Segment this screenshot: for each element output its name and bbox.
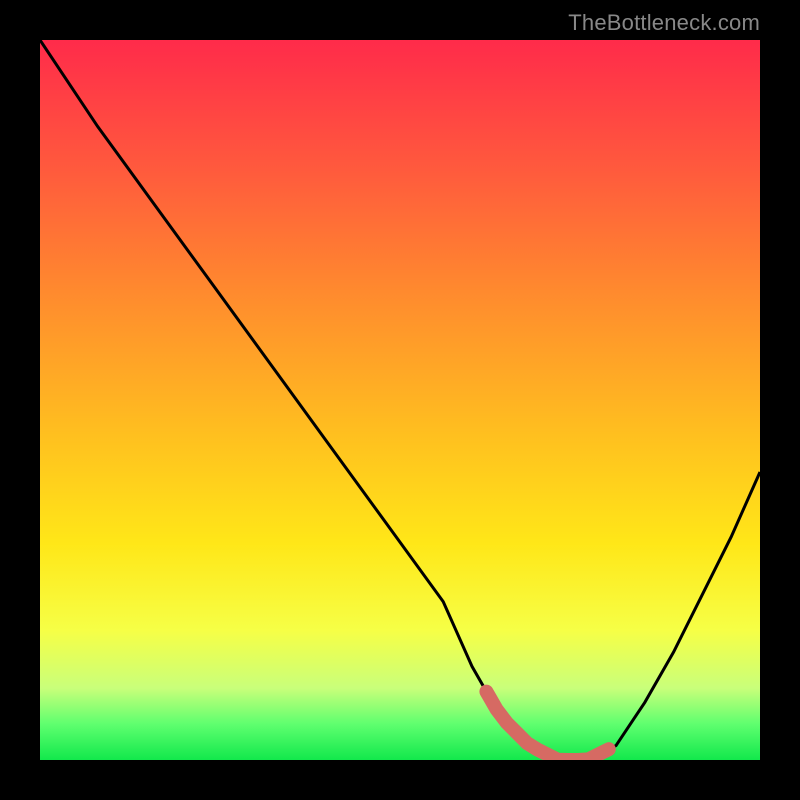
chart-frame: TheBottleneck.com (0, 0, 800, 800)
plot-area (40, 40, 760, 760)
watermark-text: TheBottleneck.com (568, 10, 760, 36)
curve-path (40, 40, 760, 760)
curve-highlight (486, 692, 608, 760)
bottleneck-curve (40, 40, 760, 760)
